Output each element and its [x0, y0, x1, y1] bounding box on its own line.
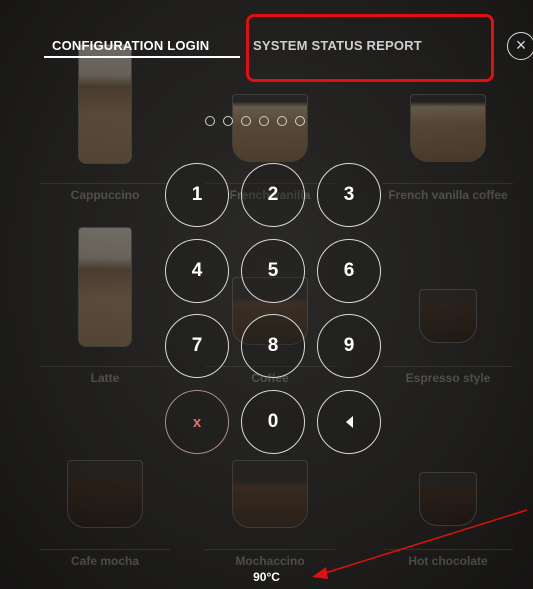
tab-configuration-login[interactable]: CONFIGURATION LOGIN: [52, 38, 209, 53]
keypad-4-button[interactable]: 4: [165, 239, 229, 303]
drink-label: Latte: [90, 371, 120, 385]
highlight-annotation-box: [246, 14, 494, 82]
pin-dot: [277, 116, 287, 126]
keypad-cancel-button[interactable]: x: [165, 390, 229, 454]
pin-dot: [205, 116, 215, 126]
temperature-readout: 90°C: [253, 570, 280, 584]
drink-label: Cappuccino: [70, 188, 140, 202]
pin-entry-screen: Cappuccino French vanilla French vanilla…: [0, 0, 533, 589]
active-tab-indicator: [44, 56, 240, 58]
keypad-0-button[interactable]: 0: [241, 390, 305, 454]
keypad-7-button[interactable]: 7: [165, 314, 229, 378]
pin-indicator: [205, 116, 345, 130]
keypad-6-button[interactable]: 6: [317, 239, 381, 303]
drink-tile-cafe-mocha: Cafe mocha: [30, 398, 180, 568]
keypad-5-button[interactable]: 5: [241, 239, 305, 303]
drink-tile-espresso-style: Espresso style: [373, 215, 523, 385]
drink-label: French vanilla coffee: [388, 188, 508, 202]
glass-icon: [78, 227, 132, 347]
mug-icon: [419, 289, 477, 343]
backspace-icon: [345, 416, 353, 428]
glass-icon: [78, 44, 132, 164]
keypad-3-button[interactable]: 3: [317, 163, 381, 227]
keypad-backspace-button[interactable]: [317, 390, 381, 454]
keypad-1-button[interactable]: 1: [165, 163, 229, 227]
mug-icon: [410, 94, 486, 162]
pin-dot: [241, 116, 251, 126]
keypad-9-button[interactable]: 9: [317, 314, 381, 378]
pin-dot: [295, 116, 305, 126]
drink-label: Mochaccino: [235, 554, 305, 568]
drink-tile-latte: Latte: [30, 215, 180, 385]
mug-icon: [232, 460, 308, 528]
drink-label: Espresso style: [405, 371, 491, 385]
keypad-8-button[interactable]: 8: [241, 314, 305, 378]
drink-label: Hot chocolate: [408, 554, 488, 568]
mug-icon: [67, 460, 143, 528]
keypad-2-button[interactable]: 2: [241, 163, 305, 227]
pin-dot: [223, 116, 233, 126]
mug-icon: [419, 472, 477, 526]
drink-tile-hot-chocolate: Hot chocolate: [373, 398, 523, 568]
drink-label: Cafe mocha: [70, 554, 140, 568]
close-icon[interactable]: ×: [507, 32, 533, 60]
pin-dot: [259, 116, 269, 126]
